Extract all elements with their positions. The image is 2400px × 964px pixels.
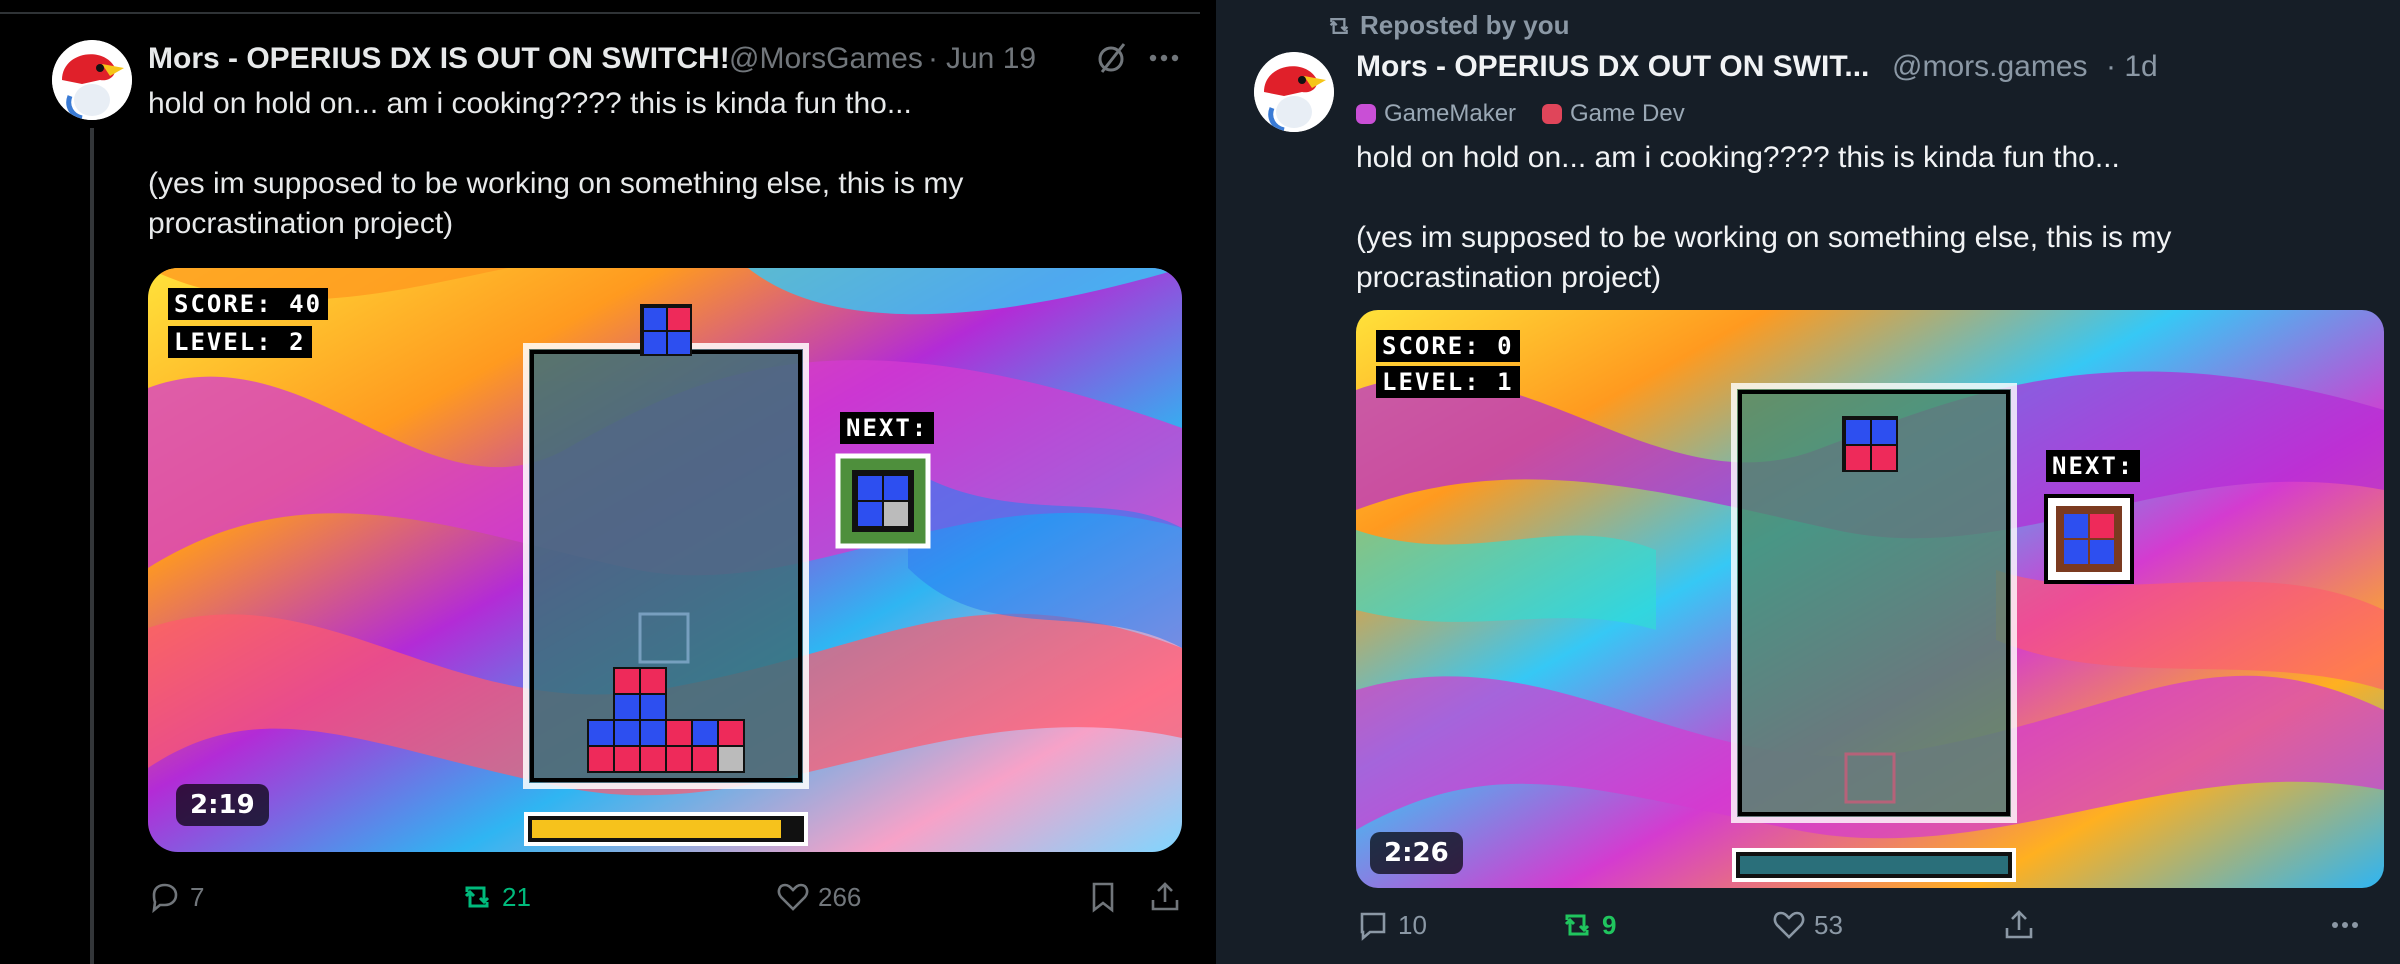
like-button[interactable]: 53 bbox=[1772, 908, 1843, 942]
tag-gamemaker-icon bbox=[1356, 104, 1376, 124]
tag-gamedev-icon bbox=[1542, 104, 1562, 124]
reply-button[interactable]: 10 bbox=[1356, 908, 1427, 942]
score-label: SCORE: 40 bbox=[168, 288, 329, 320]
avatar[interactable] bbox=[1254, 52, 1334, 132]
parrot-avatar-icon bbox=[52, 40, 132, 120]
author-name[interactable]: Mors - OPERIUS DX IS OUT ON SWITCH! bbox=[148, 42, 730, 76]
repost-small-icon bbox=[1329, 17, 1349, 34]
left-post-panel: Mors - OPERIUS DX IS OUT ON SWITCH! @Mor… bbox=[0, 0, 1200, 964]
like-count: 53 bbox=[1814, 909, 1843, 940]
video-duration: 2:19 bbox=[176, 784, 269, 826]
repost-count: 21 bbox=[502, 881, 531, 912]
repost-count: 9 bbox=[1602, 909, 1617, 940]
panel-gap bbox=[1200, 0, 1216, 964]
share-button[interactable] bbox=[2002, 908, 2036, 942]
video-player[interactable]: SCORE: 0 LEVEL: 1 NEXT: 2:26 bbox=[1356, 310, 2384, 888]
tag-label: GameMaker bbox=[1384, 100, 1517, 127]
parrot-avatar-icon bbox=[1254, 52, 1334, 132]
reply-button[interactable]: 7 bbox=[148, 880, 204, 914]
reply-count: 10 bbox=[1398, 909, 1427, 940]
reply-count: 7 bbox=[190, 881, 205, 912]
video-progress-fill bbox=[532, 820, 781, 838]
author-name[interactable]: Mors - OPERIUS DX OUT ON SWIT... bbox=[1356, 50, 1869, 84]
post-time[interactable]: · 1d bbox=[2106, 50, 2158, 84]
more-options-button[interactable] bbox=[2328, 908, 2362, 942]
next-label: NEXT: bbox=[2046, 450, 2141, 482]
level-label: LEVEL: 2 bbox=[168, 326, 312, 358]
tag-label: Game Dev bbox=[1570, 100, 1685, 127]
share-icon bbox=[2005, 910, 2033, 939]
repost-button[interactable]: 9 bbox=[1560, 908, 1616, 942]
bookmark-button[interactable] bbox=[1086, 880, 1120, 914]
divider bbox=[0, 12, 1200, 14]
more-options-icon bbox=[2332, 922, 2358, 928]
video-player[interactable]: SCORE: 40 LEVEL: 2 NEXT: 2:19 bbox=[148, 268, 1182, 852]
author-handle[interactable]: @MorsGames bbox=[729, 42, 923, 76]
heart-icon bbox=[1773, 911, 1805, 939]
level-label: LEVEL: 1 bbox=[1376, 366, 1520, 398]
avatar[interactable] bbox=[52, 40, 132, 120]
thread-line bbox=[90, 128, 94, 964]
falling-piece bbox=[1842, 416, 1898, 472]
bookmark-icon bbox=[1092, 882, 1114, 913]
score-label: SCORE: 0 bbox=[1376, 330, 1520, 362]
post-date[interactable]: Jun 19 bbox=[946, 42, 1036, 76]
reply-icon bbox=[1360, 912, 1386, 941]
heart-icon bbox=[777, 883, 809, 911]
dot-separator: · bbox=[928, 42, 938, 75]
next-label: NEXT: bbox=[840, 412, 935, 444]
repost-button[interactable]: 21 bbox=[460, 880, 531, 914]
falling-piece bbox=[640, 304, 692, 356]
repost-icon bbox=[1564, 914, 1590, 936]
post-text: hold on hold on... am i cooking???? this… bbox=[1356, 141, 2172, 294]
share-button[interactable] bbox=[1148, 880, 1182, 914]
more-options-icon[interactable] bbox=[1146, 40, 1182, 81]
like-button[interactable]: 266 bbox=[776, 880, 861, 914]
right-post-panel: Reposted by you Mors - OPERIUS DX OUT ON… bbox=[1216, 0, 2400, 964]
like-count: 266 bbox=[818, 881, 862, 912]
tag-gamedev[interactable]: Game Dev bbox=[1542, 100, 1685, 128]
reply-icon bbox=[152, 883, 178, 914]
post-text: hold on hold on... am i cooking???? this… bbox=[148, 87, 964, 240]
share-icon bbox=[1151, 882, 1179, 911]
author-handle[interactable]: @mors.games bbox=[1892, 50, 2088, 84]
video-duration: 2:26 bbox=[1370, 832, 1463, 874]
reposted-by[interactable]: Reposted by you bbox=[1326, 10, 1569, 41]
repost-icon bbox=[464, 886, 490, 908]
grok-icon[interactable] bbox=[1094, 40, 1130, 81]
reposted-by-label: Reposted by you bbox=[1360, 10, 1570, 40]
tag-gamemaker[interactable]: GameMaker bbox=[1356, 100, 1516, 128]
